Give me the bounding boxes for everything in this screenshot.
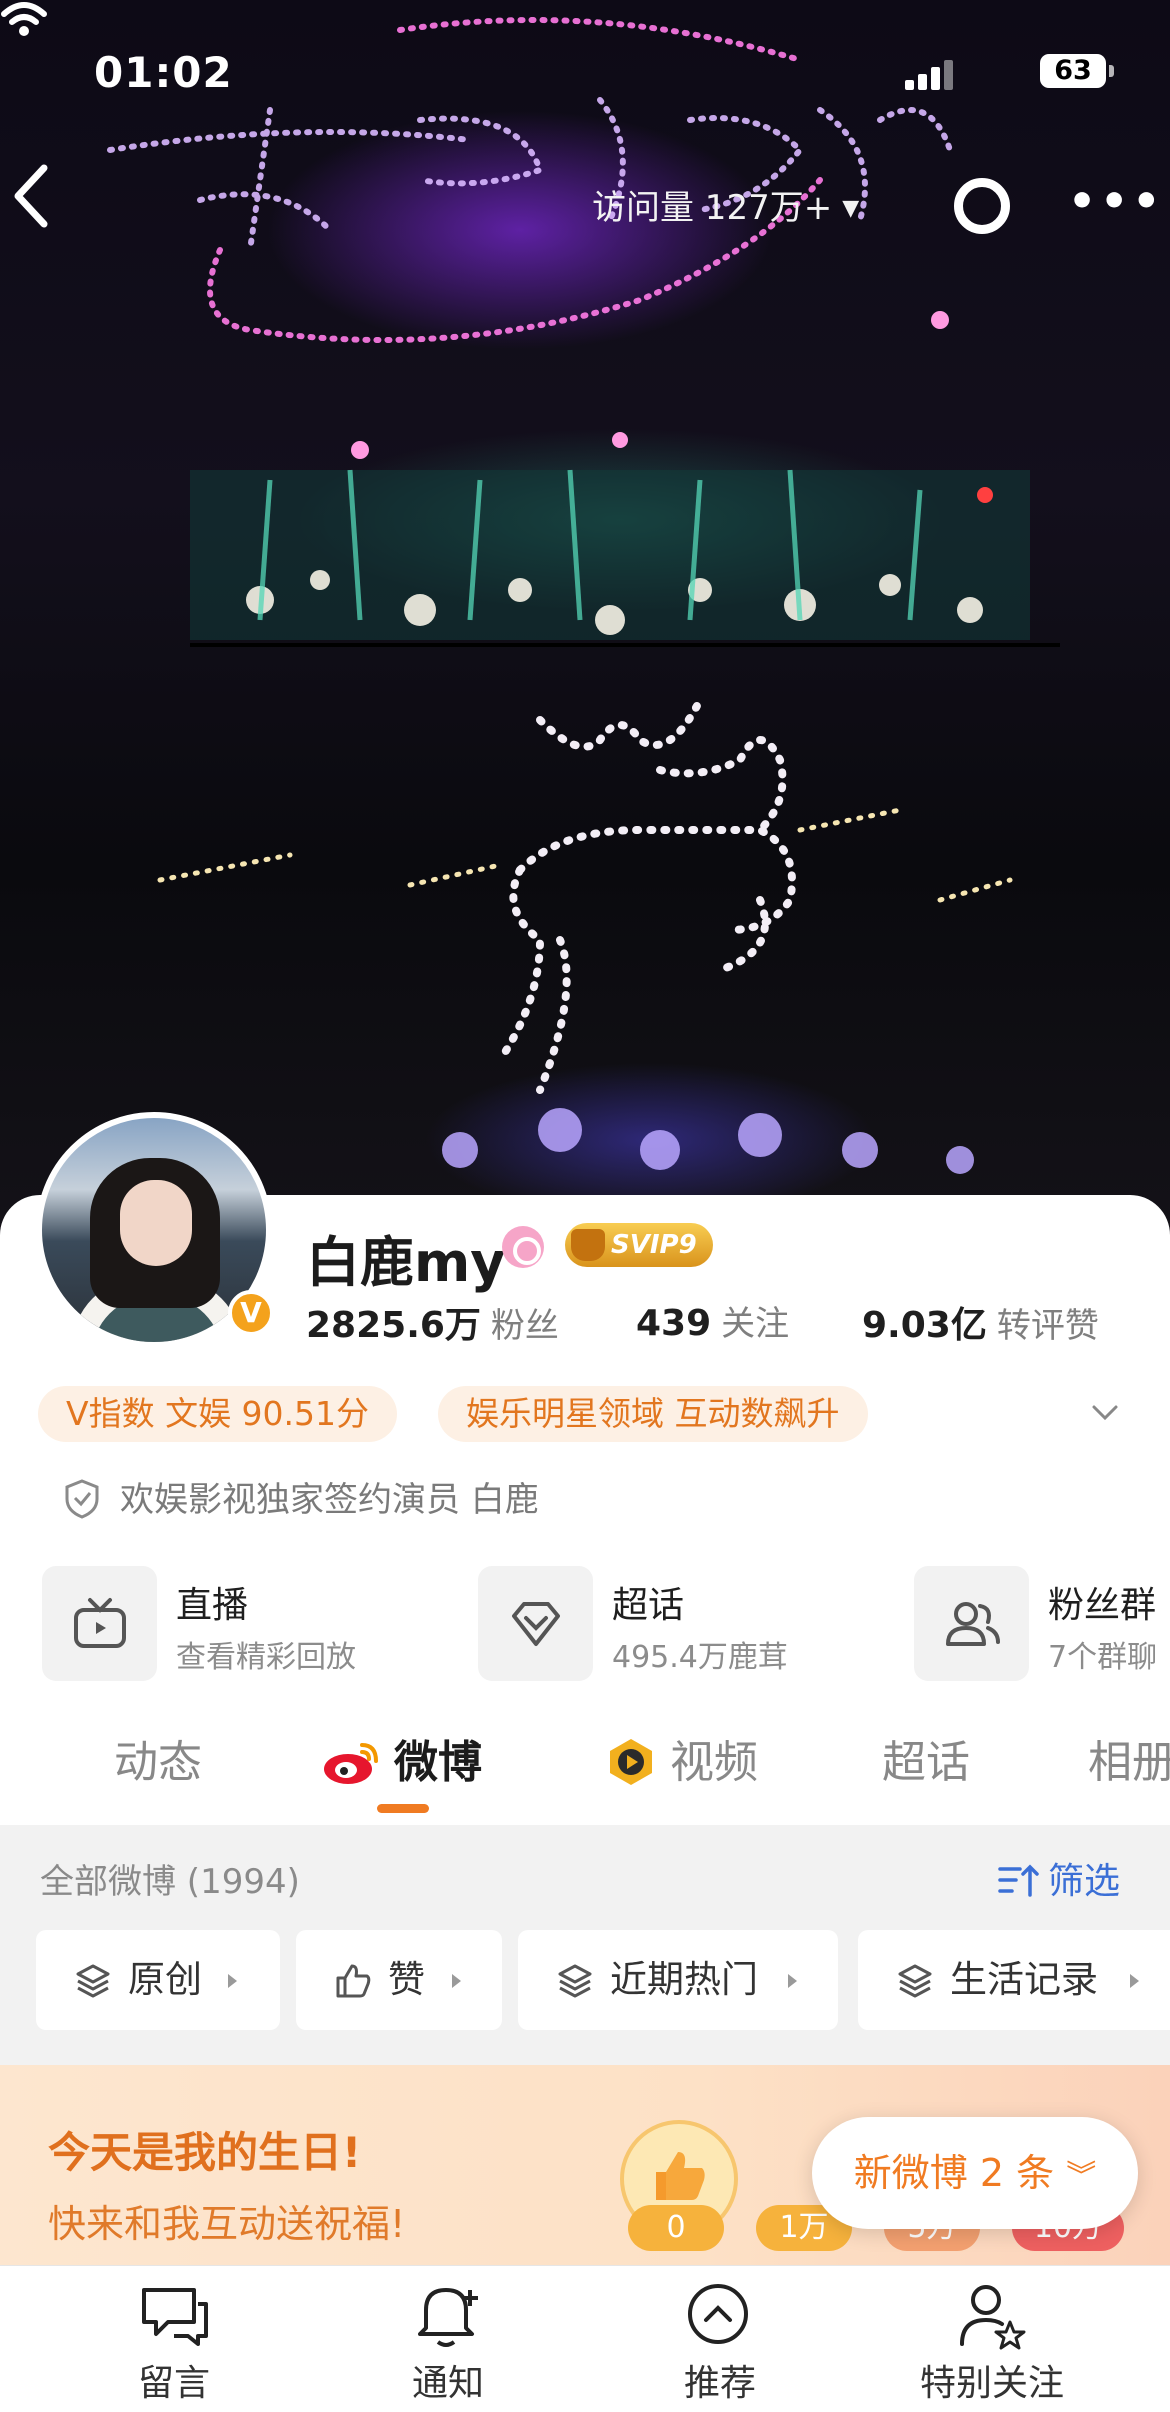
bottom-recommend-button[interactable]: 推荐 [620, 2266, 820, 2412]
bottom-message-button[interactable]: 留言 [74, 2266, 274, 2412]
service-shortcuts: 直播 查看精彩回放 超话 495.4万鹿茸 粉丝群 7个群聊 [0, 1566, 1170, 1681]
battery-icon: 63 [1040, 54, 1114, 88]
profile-tabs: 动态 微博 视频 超话 相册 [0, 1700, 1170, 1820]
group-icon [946, 1602, 1000, 1646]
chip-original[interactable]: 原创 [36, 1930, 280, 2030]
tag-v-index[interactable]: V指数 文娱 90.51分 [38, 1386, 398, 1442]
bell-plus-icon [418, 2288, 478, 2347]
birthday-title: 今天是我的生日! [48, 2128, 362, 2177]
feed-count-header: 全部微博 (1994) [40, 1862, 300, 1902]
filter-chips: 原创 赞 近期热门 生活记录 [0, 1930, 1170, 2030]
caret-right-icon [228, 1974, 237, 1988]
diamond-icon [512, 1602, 560, 1646]
bottom-notify-button[interactable]: 通知 [348, 2266, 548, 2412]
video-play-icon [610, 1739, 652, 1785]
filter-button[interactable]: 筛选 [996, 1852, 1120, 1904]
profile-page: 01:02 63 访问量 127万+ ▼ ••• V 白鹿my SVIP9 28… [0, 0, 1170, 2412]
chip-life-record[interactable]: 生活记录 [858, 1930, 1170, 2030]
thumbs-up-icon [656, 2152, 705, 2200]
service-live[interactable]: 直播 查看精彩回放 [42, 1566, 442, 1681]
new-posts-button[interactable]: 新微博 2 条 ︾ [812, 2117, 1138, 2229]
verified-v-badge-icon: V [228, 1290, 274, 1336]
user-star-icon [960, 2285, 1026, 2350]
top-nav: 访问量 127万+ ▼ ••• [0, 160, 1170, 250]
status-time: 01:02 [94, 48, 233, 97]
certification-row: 欢娱影视独家签约演员 白鹿 [64, 1472, 539, 1521]
tv-icon [74, 1598, 126, 1648]
milestone-0: 0 [628, 2205, 724, 2251]
stat-reposts-comments-likes[interactable]: 9.03亿 转评赞 [862, 1296, 1099, 1348]
caret-right-icon [788, 1974, 797, 1988]
fan-badge-icon[interactable] [502, 1226, 544, 1268]
visit-count-dropdown[interactable]: 访问量 127万+ ▼ [592, 180, 859, 229]
arrow-up-circle-icon [688, 2284, 748, 2344]
thumbs-up-icon [336, 1964, 371, 1998]
wifi-icon [1, 2, 47, 36]
message-bubble-icon [142, 2288, 208, 2346]
svip-badge[interactable]: SVIP9 [565, 1223, 713, 1267]
filter-sort-icon [998, 1864, 1039, 1897]
visit-count-label: 访问量 127万+ [592, 188, 833, 228]
layers-icon [898, 1964, 932, 1998]
tag-field-ranking[interactable]: 娱乐明星领域 互动数飙升 [438, 1386, 868, 1442]
service-fan-group[interactable]: 粉丝群 7个群聊 [914, 1566, 1170, 1681]
bottom-action-bar: 留言 通知 推荐 特别关注 [0, 2265, 1170, 2412]
tab-activity[interactable]: 动态 [114, 1726, 202, 1790]
chip-recent-hot[interactable]: 近期热门 [518, 1930, 838, 2030]
service-super-topic[interactable]: 超话 495.4万鹿茸 [478, 1566, 878, 1681]
tab-video[interactable]: 视频 [606, 1726, 758, 1790]
weibo-logo-icon [324, 1743, 378, 1784]
layers-icon [558, 1964, 592, 1998]
birthday-subtitle: 快来和我互动送祝福! [48, 2202, 406, 2246]
shield-check-icon [65, 1479, 99, 1519]
cellular-signal-icon [905, 58, 955, 90]
more-options-icon[interactable]: ••• [1068, 180, 1164, 224]
avatar-frame-ring-icon[interactable] [954, 178, 1010, 234]
status-bar: 01:02 63 [0, 0, 1170, 140]
layers-icon [76, 1964, 110, 1998]
profile-banner-image[interactable]: 01:02 63 访问量 127万+ ▼ ••• [0, 0, 1170, 1240]
tab-super-topic[interactable]: 超话 [882, 1726, 970, 1790]
crown-icon [571, 1229, 605, 1261]
caret-right-icon [452, 1974, 461, 1988]
certification-text: 欢娱影视独家签约演员 白鹿 [120, 1480, 539, 1520]
active-tab-indicator [377, 1804, 429, 1813]
tab-weibo[interactable]: 微博 [322, 1726, 482, 1790]
back-arrow-icon[interactable] [0, 160, 60, 230]
double-chevron-down-icon: ︾ [1066, 2159, 1097, 2194]
bottom-special-follow-button[interactable]: 特别关注 [892, 2266, 1092, 2412]
tab-album[interactable]: 相册 [1088, 1726, 1170, 1790]
caret-down-icon: ▼ [842, 196, 860, 221]
chevron-down-icon[interactable] [1090, 1398, 1120, 1428]
chip-likes[interactable]: 赞 [296, 1930, 502, 2030]
stat-following[interactable]: 439 关注 [636, 1296, 789, 1345]
stat-followers[interactable]: 2825.6万 粉丝 [306, 1296, 559, 1348]
profile-name: 白鹿my [306, 1231, 506, 1294]
caret-right-icon [1130, 1974, 1139, 1988]
